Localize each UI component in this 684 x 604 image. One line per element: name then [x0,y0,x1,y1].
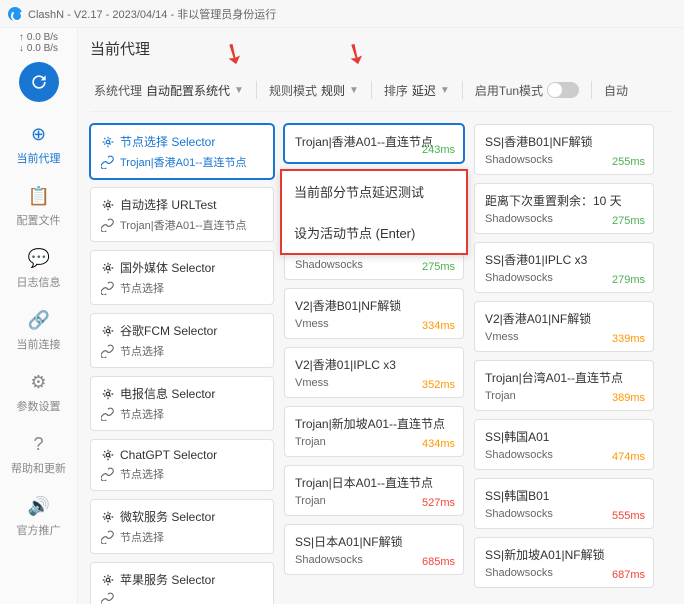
node-icon [101,198,115,212]
node-card[interactable]: Trojan|新加坡A01--直连节点Trojan434ms [284,406,464,457]
node-card[interactable]: Trojan|日本A01--直连节点Trojan527ms [284,465,464,516]
node-icon [101,448,115,462]
link-icon [101,155,115,169]
selector-card[interactable]: 苹果服务 Selector [90,562,274,604]
nav-icon: ? [28,434,50,456]
node-card[interactable]: V2|香港01|IPLC x3Vmess352ms [284,347,464,398]
nav-item-4[interactable]: ⚙参数设置 [7,362,70,424]
link-icon [101,281,115,295]
selector-card[interactable]: 自动选择 URLTestTrojan|香港A01--直连节点 [90,187,274,242]
node-card[interactable]: SS|香港01|IPLC x3Shadowsocks279ms [474,242,654,293]
selector-card[interactable]: 微软服务 Selector节点选择 [90,499,274,554]
nav-icon: 🔊 [28,496,50,518]
latency-badge: 555ms [612,510,645,522]
link-icon [101,407,115,421]
selector-card[interactable]: 国外媒体 Selector节点选择 [90,250,274,305]
refresh-button[interactable] [19,62,59,102]
app-logo-icon [8,7,22,21]
node-card[interactable]: SS|日本A01|NF解锁Shadowsocks685ms [284,524,464,575]
chevron-down-icon: ▼ [349,85,359,96]
nav-icon: ⚙ [28,372,50,394]
selector-card[interactable]: 电报信息 Selector节点选择 [90,376,274,431]
latency-badge: 687ms [612,569,645,581]
node-card[interactable]: Trojan|香港A01--直连节点243ms [284,124,464,163]
page-title: 当前代理 [90,38,672,59]
node-icon [101,135,115,149]
node-card[interactable]: V2|香港B01|NF解锁Vmess334ms [284,288,464,339]
main-content: 当前代理 ➘ ➘ 系统代理 自动配置系统代 ▼ 规则模式 规则 ▼ 排序 延迟 … [78,28,684,604]
latency-badge: 685ms [422,556,455,568]
speed-indicator: ↑0.0 B/s ↓0.0 B/s [19,32,58,54]
nav-item-6[interactable]: 🔊官方推广 [7,486,70,548]
tun-mode-toggle[interactable]: 启用Tun模式 [475,82,579,99]
nav-icon: 💬 [28,248,50,270]
latency-badge: 389ms [612,392,645,404]
node-icon [101,510,115,524]
node-icon [101,324,115,338]
node-icon [101,261,115,275]
arrow-down-icon: ↓ [19,43,24,54]
toggle-switch[interactable] [547,82,579,98]
nav-icon: ⊕ [28,124,50,146]
nav-item-5[interactable]: ?帮助和更新 [7,424,70,486]
link-icon [101,344,115,358]
node-card[interactable]: 距离下次重置剩余：10 天Shadowsocks275ms [474,183,654,234]
chevron-down-icon: ▼ [234,85,244,96]
rule-mode-dropdown[interactable]: 规则模式 规则 ▼ [269,82,359,99]
latency-badge: 279ms [612,274,645,286]
latency-badge: 243ms [422,144,455,156]
system-proxy-dropdown[interactable]: 系统代理 自动配置系统代 ▼ [94,82,244,99]
latency-badge: 474ms [612,451,645,463]
node-card[interactable]: Trojan|台湾A01--直连节点Trojan389ms [474,360,654,411]
refresh-icon [29,72,49,92]
nav-item-2[interactable]: 💬日志信息 [7,238,70,300]
latency-badge: 352ms [422,379,455,391]
latency-badge: 339ms [612,333,645,345]
selector-card[interactable]: ChatGPT Selector节点选择 [90,439,274,491]
selector-card[interactable]: 节点选择 SelectorTrojan|香港A01--直连节点 [90,124,274,179]
chevron-down-icon: ▼ [440,85,450,96]
node-icon [101,573,115,587]
selector-card[interactable]: 谷歌FCM Selector节点选择 [90,313,274,368]
nav-item-1[interactable]: 📋配置文件 [7,176,70,238]
link-icon [101,467,115,481]
nav-item-3[interactable]: 🔗当前连接 [7,300,70,362]
link-icon [101,530,115,544]
latency-badge: 275ms [422,261,455,273]
node-card[interactable]: SS|香港B01|NF解锁Shadowsocks255ms [474,124,654,175]
link-icon [101,592,115,604]
latency-badge: 434ms [422,438,455,450]
titlebar: ClashN - V2.17 - 2023/04/14 - 非以管理员身份运行 [0,0,684,28]
latency-badge: 527ms [422,497,455,509]
arrow-up-icon: ↑ [19,32,24,43]
context-menu: 当前部分节点延迟测试 设为活动节点 (Enter) [280,169,468,255]
toolbar: ➘ ➘ 系统代理 自动配置系统代 ▼ 规则模式 规则 ▼ 排序 延迟 ▼ 启用T… [90,73,672,112]
titlebar-text: ClashN - V2.17 - 2023/04/14 - 非以管理员身份运行 [28,6,276,22]
nav-icon: 📋 [28,186,50,208]
ctx-latency-test[interactable]: 当前部分节点延迟测试 [282,171,466,212]
node-card[interactable]: SS|韩国A01Shadowsocks474ms [474,419,654,470]
node-icon [101,387,115,401]
latency-badge: 334ms [422,320,455,332]
latency-badge: 275ms [612,215,645,227]
nav-icon: 🔗 [28,310,50,332]
node-card[interactable]: SS|韩国B01Shadowsocks555ms [474,478,654,529]
sidebar: ↑0.0 B/s ↓0.0 B/s ⊕当前代理📋配置文件💬日志信息🔗当前连接⚙参… [0,28,78,604]
node-card[interactable]: V2|香港A01|NF解锁Vmess339ms [474,301,654,352]
node-card[interactable]: SS|新加坡A01|NF解锁Shadowsocks687ms [474,537,654,588]
sort-dropdown[interactable]: 排序 延迟 ▼ [384,82,450,99]
link-icon [101,218,115,232]
nav-item-0[interactable]: ⊕当前代理 [7,114,70,176]
latency-badge: 255ms [612,156,645,168]
ctx-set-active[interactable]: 设为活动节点 (Enter) [282,212,466,253]
